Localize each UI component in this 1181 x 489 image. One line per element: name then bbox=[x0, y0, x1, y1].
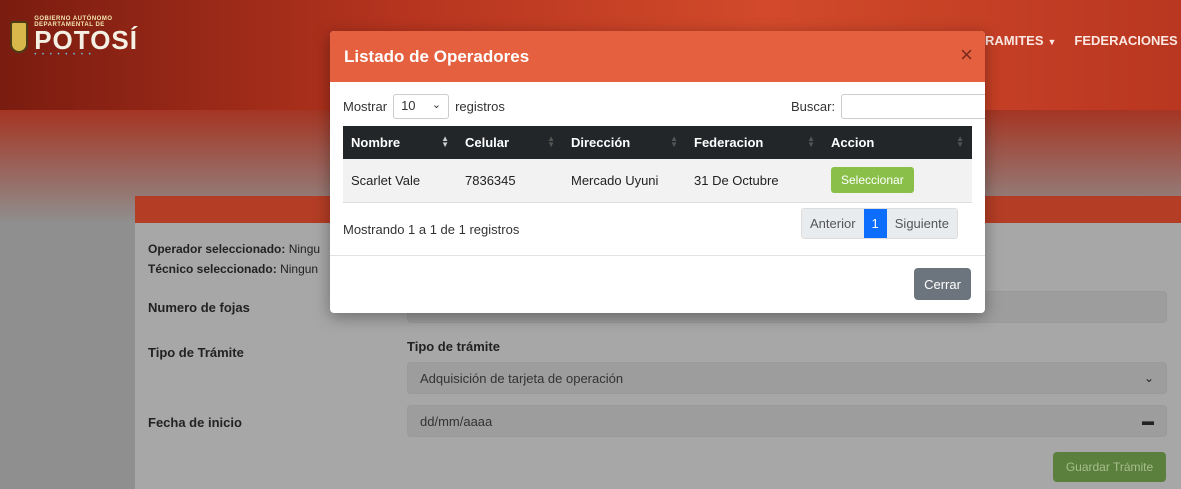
fecha-label: Fecha de inicio bbox=[148, 415, 242, 430]
sort-icon: ▲ ▼ bbox=[807, 134, 815, 149]
sort-icon: ▲ ▼ bbox=[670, 134, 678, 149]
cell-accion: Seleccionar bbox=[823, 159, 972, 203]
length-control: Mostrar 10 ⌄ registros bbox=[343, 94, 505, 119]
column-header-celular[interactable]: Celular ▲ ▼ bbox=[457, 126, 563, 159]
fecha-input[interactable]: dd/mm/aaaa ▬ bbox=[407, 405, 1167, 437]
table-row: Scarlet Vale 7836345 Mercado Uyuni 31 De… bbox=[343, 159, 972, 203]
calendar-icon[interactable]: ▬ bbox=[1142, 414, 1154, 428]
operadores-table: Nombre ▲ ▼ Celular ▲ ▼ Dirección ▲ ▼ Federacio… bbox=[343, 126, 972, 203]
tramite-select[interactable]: Adquisición de tarjeta de operación ⌄ bbox=[407, 362, 1167, 394]
chevron-down-icon: ⌄ bbox=[431, 99, 442, 111]
operador-info: Operador seleccionado: Ningu bbox=[148, 242, 321, 256]
potosi-logo[interactable]: GOBIERNO AUTÓNOMO DEPARTAMENTAL DE POTOS… bbox=[10, 12, 138, 62]
search-control: Buscar: bbox=[791, 94, 985, 119]
tecnico-info: Técnico seleccionado: Ningun bbox=[148, 262, 319, 276]
sort-icon: ▲ ▼ bbox=[956, 134, 964, 149]
logo-text: GOBIERNO AUTÓNOMO DEPARTAMENTAL DE POTOS… bbox=[34, 16, 138, 58]
cell-celular: 7836345 bbox=[457, 159, 563, 203]
tramite-sublabel: Tipo de trámite bbox=[407, 339, 500, 354]
table-info: Mostrando 1 a 1 de 1 registros bbox=[343, 222, 520, 237]
shield-icon bbox=[10, 21, 29, 53]
tramite-label: Tipo de Trámite bbox=[148, 345, 244, 360]
nav-item-tramites[interactable]: RAMITES ▼ bbox=[985, 33, 1056, 48]
caret-down-icon: ▼ bbox=[1047, 37, 1057, 47]
nav-item-federaciones[interactable]: FEDERACIONES bbox=[1074, 33, 1177, 48]
sort-icon: ▲ ▼ bbox=[547, 134, 555, 149]
column-header-federacion[interactable]: Federacion ▲ ▼ bbox=[686, 126, 823, 159]
chevron-down-icon: ⌄ bbox=[1143, 371, 1154, 385]
column-header-nombre[interactable]: Nombre ▲ ▼ bbox=[343, 126, 457, 159]
cell-federacion: 31 De Octubre bbox=[686, 159, 823, 203]
page-length-select[interactable]: 10 ⌄ bbox=[393, 94, 450, 119]
fojas-label: Numero de fojas bbox=[148, 300, 250, 315]
modal-footer-divider bbox=[330, 255, 985, 256]
records-label: registros bbox=[455, 99, 505, 114]
cerrar-button[interactable]: Cerrar bbox=[914, 268, 971, 300]
show-label: Mostrar bbox=[343, 99, 388, 114]
sort-icon: ▲ ▼ bbox=[441, 134, 449, 149]
logo-main-text: POTOSÍ bbox=[34, 25, 138, 55]
close-icon[interactable]: × bbox=[960, 44, 973, 66]
modal-header: Listado de Operadores × bbox=[330, 31, 985, 82]
modal-title: Listado de Operadores bbox=[344, 46, 530, 66]
pagination: Anterior 1 Siguiente bbox=[801, 208, 958, 239]
column-header-accion[interactable]: Accion ▲ ▼ bbox=[823, 126, 972, 159]
top-nav: RAMITES▼ FEDERACIONES OF bbox=[985, 33, 1181, 48]
logo-dots: • • • • • • • • bbox=[34, 52, 93, 58]
operadores-modal: Listado de Operadores × Mostrar 10 ⌄ reg… bbox=[330, 31, 985, 313]
seleccionar-button[interactable]: Seleccionar bbox=[831, 167, 914, 194]
pager-page-1[interactable]: 1 bbox=[863, 209, 887, 238]
cell-direccion: Mercado Uyuni bbox=[563, 159, 686, 203]
pager-previous[interactable]: Anterior bbox=[802, 209, 864, 238]
pager-next[interactable]: Siguiente bbox=[886, 209, 957, 238]
guardar-tramite-button[interactable]: Guardar Trámite bbox=[1053, 452, 1166, 482]
cell-nombre: Scarlet Vale bbox=[343, 159, 457, 203]
column-header-direccion[interactable]: Dirección ▲ ▼ bbox=[563, 126, 686, 159]
search-label: Buscar: bbox=[791, 99, 836, 114]
table-header-row: Nombre ▲ ▼ Celular ▲ ▼ Dirección ▲ ▼ Federacio… bbox=[343, 126, 972, 159]
search-input[interactable] bbox=[841, 94, 985, 119]
